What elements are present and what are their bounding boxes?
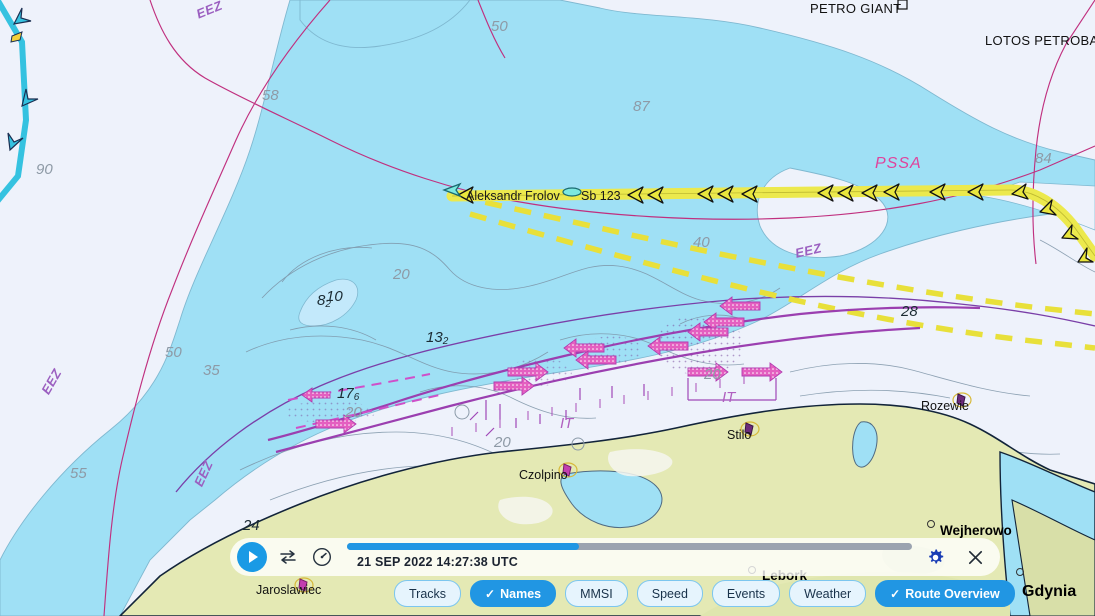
filter-chip-tracks[interactable]: Tracks	[394, 580, 462, 607]
timeline-scrubber[interactable]: 21 SEP 2022 14:27:38 UTC	[347, 540, 912, 574]
play-button[interactable]	[237, 542, 267, 572]
filter-chip-route-overview[interactable]: ✓ Route Overview	[875, 580, 1015, 607]
gear-icon[interactable]	[922, 544, 948, 570]
filter-chip-label: Speed	[651, 586, 688, 601]
filter-chip-mmsi[interactable]: MMSI	[565, 580, 628, 607]
filter-chip-weather[interactable]: Weather	[789, 580, 867, 607]
filter-chip-label: Tracks	[409, 586, 447, 601]
filter-chip-label: Weather	[804, 586, 852, 601]
map-filter-chips[interactable]: Tracks ✓ Names MMSI Speed Events Weather ✓ Route…	[394, 580, 1015, 607]
speed-gauge-icon[interactable]	[309, 544, 335, 570]
filter-chip-label: Route Overview	[905, 586, 1000, 601]
chart-viewer: 90 58 50 87 84 50 35 55 20 40 28 20 20 20 24 82 10 132 176…	[0, 0, 1095, 616]
play-triangle-icon	[249, 551, 258, 563]
vessel-marker-sb123	[562, 187, 582, 197]
timestamp-label: 21 SEP 2022 14:27:38 UTC	[357, 555, 518, 569]
check-icon: ✓	[485, 586, 496, 601]
progress-fill	[347, 543, 579, 550]
playback-timeline-bar[interactable]: 21 SEP 2022 14:27:38 UTC	[230, 538, 1000, 576]
filter-chip-speed[interactable]: Speed	[636, 580, 703, 607]
filter-chip-label: MMSI	[580, 586, 613, 601]
filter-chip-label: Names	[500, 586, 542, 601]
check-icon: ✓	[890, 586, 901, 601]
filter-chip-label: Events	[726, 586, 766, 601]
nautical-chart-canvas[interactable]	[0, 0, 1095, 616]
swap-direction-icon[interactable]	[275, 544, 301, 570]
filter-chip-events[interactable]: Events	[711, 580, 781, 607]
close-icon[interactable]	[962, 544, 988, 570]
filter-chip-names[interactable]: ✓ Names	[470, 580, 557, 607]
